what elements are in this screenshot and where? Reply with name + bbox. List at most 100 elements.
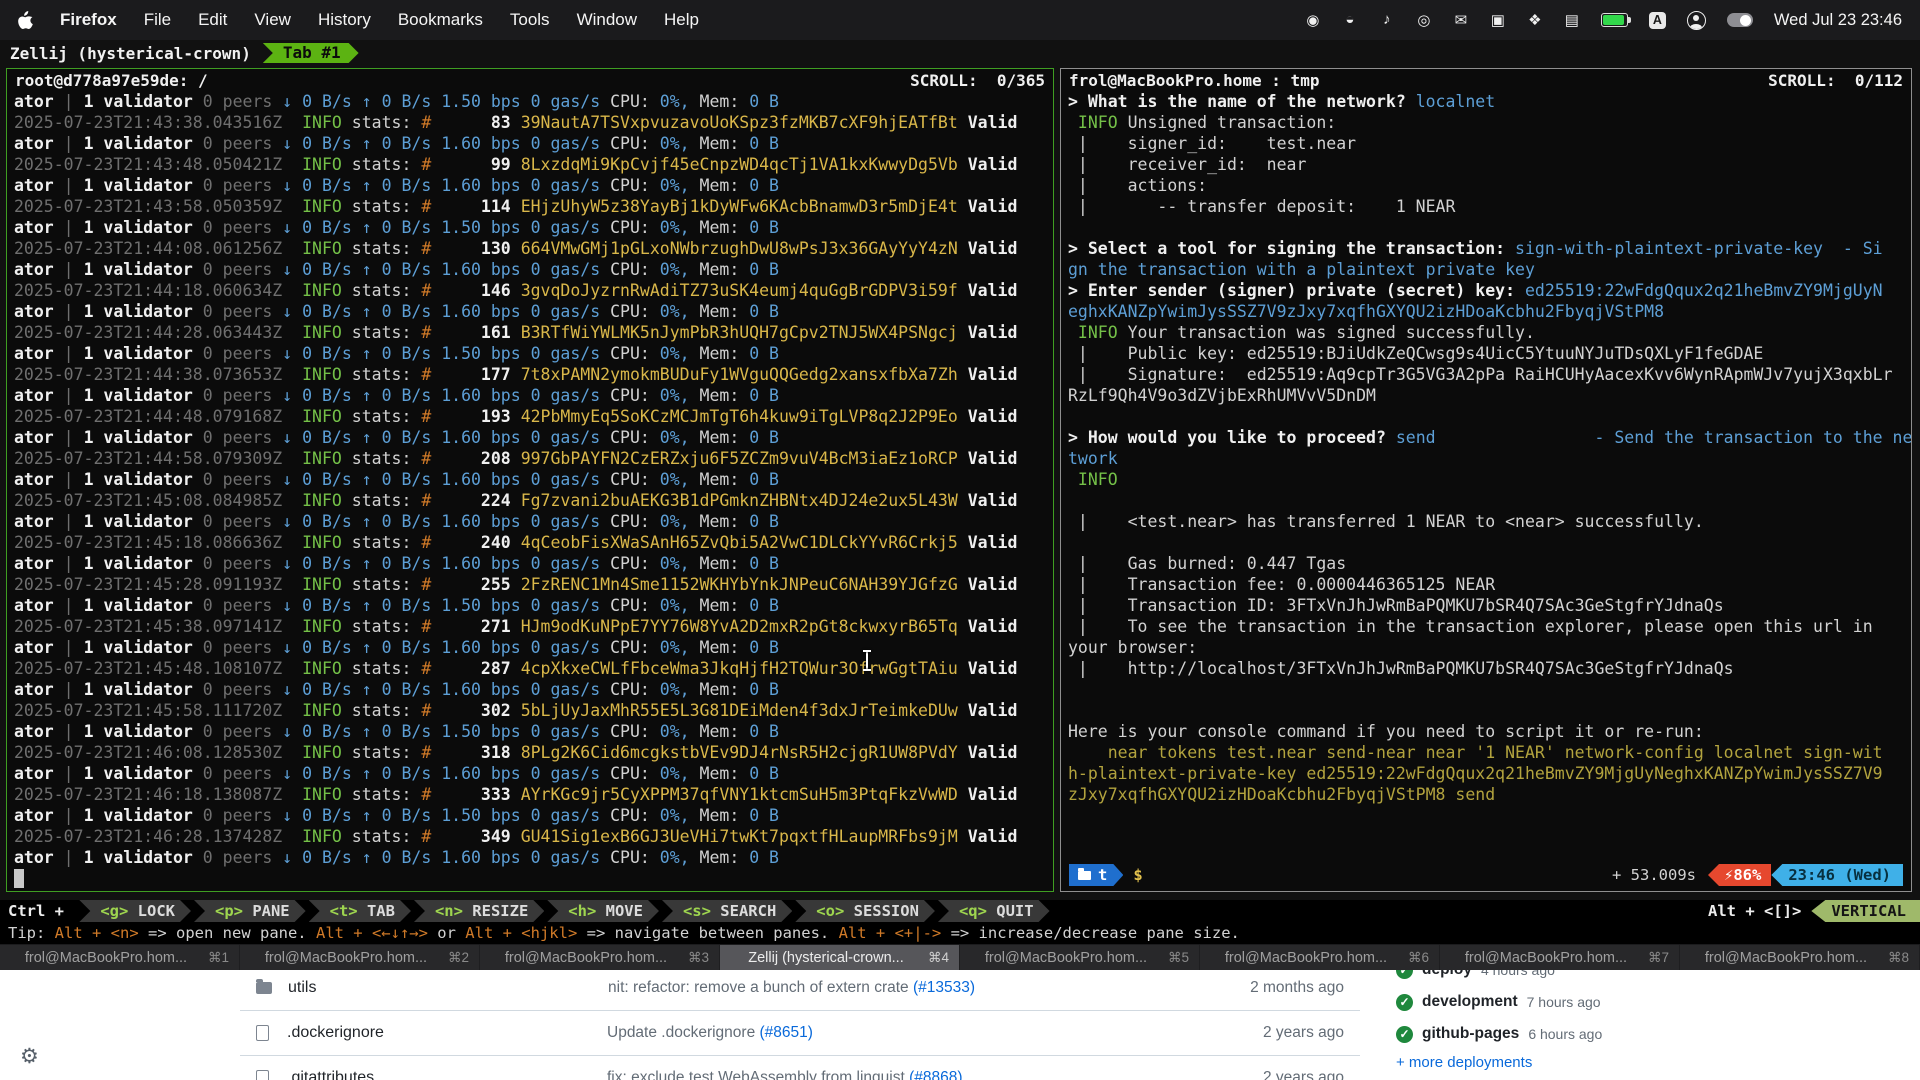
terminal-line: | Gas burned: 0.447 Tgas (1068, 553, 1904, 574)
mic-icon[interactable]: ♪ (1379, 11, 1395, 29)
terminal-tab-6[interactable]: frol@MacBookPro.hom...⌘6 (1200, 945, 1440, 971)
zellij-pane-validator-log[interactable]: root@d778a97e59de: / SCROLL: 0/365 ator … (6, 68, 1054, 892)
terminal-line (1068, 679, 1904, 700)
zellij-titlebar: Zellij (hysterical-crown) Tab #1 (0, 40, 1920, 66)
terminal-line: ator | 1 validator 0 peers ↓ 0 B/s ↑ 0 B… (14, 805, 1046, 826)
messages-icon[interactable]: ✉ (1453, 11, 1469, 29)
shortcuts-icon[interactable]: ❖ (1527, 11, 1543, 29)
menu-edit[interactable]: Edit (198, 10, 227, 30)
left-pane-scroll-indicator: SCROLL: 0/365 (910, 71, 1045, 90)
terminal-line: ator | 1 validator 0 peers ↓ 0 B/s ↑ 0 B… (14, 427, 1046, 448)
menu-window[interactable]: Window (577, 10, 637, 30)
terminal-line: Here is your console command if you need… (1068, 721, 1904, 742)
terminal-line: ator | 1 validator 0 peers ↓ 0 B/s ↑ 0 B… (14, 469, 1046, 490)
menu-file[interactable]: File (144, 10, 171, 30)
file-name-link[interactable]: .dockerignore (287, 1024, 607, 1042)
deployment-name[interactable]: deploy (1422, 970, 1472, 979)
zellij-status-bar: Ctrl + <g> LOCK<p> PANE<t> TAB<n> RESIZE… (0, 900, 1920, 922)
battery-nub (1628, 17, 1631, 23)
active-app-name[interactable]: Firefox (60, 10, 117, 30)
deployment-age: 7 hours ago (1527, 994, 1601, 1010)
deployment-name[interactable]: github-pages (1422, 1025, 1519, 1043)
keybind-quit[interactable]: <q> QUIT (938, 900, 1050, 922)
pr-number-link[interactable]: (#13533) (913, 979, 975, 996)
deployment-row[interactable]: ✓development7 hours ago (1396, 986, 1816, 1018)
docker-icon[interactable]: ◒ (1342, 11, 1358, 29)
deployments-panel: ✓ deploy 4 hours ago✓ development 7 hours ag… (1396, 970, 1816, 1072)
deployment-age: 4 hours ago (1481, 970, 1555, 978)
menu-help[interactable]: Help (664, 10, 699, 30)
screen-mirroring-icon[interactable]: ▣ (1490, 11, 1506, 29)
more-deployments-link[interactable]: + more deployments (1396, 1054, 1532, 1071)
text-cursor-pointer (866, 652, 868, 669)
keybind-search[interactable]: <s> SEARCH (662, 900, 792, 922)
zellij-pane-near-cli[interactable]: frol@MacBookPro.home : tmp SCROLL: 0/112… (1060, 68, 1912, 892)
terminal-tab-5[interactable]: frol@MacBookPro.hom...⌘5 (960, 945, 1200, 971)
app-menus: File Edit View History Bookmarks Tools Window H… (144, 10, 699, 30)
battery-status-segment: ⚡86% (1708, 864, 1771, 886)
terminal-line: 2025-07-23T21:43:58.050359Z INFO stats: … (14, 196, 1046, 217)
terminal-line (1068, 700, 1904, 721)
menu-view[interactable]: View (254, 10, 291, 30)
assistive-icon[interactable]: ◎ (1416, 11, 1432, 29)
deployment-row[interactable]: ✓ deploy 4 hours ago (1396, 970, 1816, 986)
terminal-line: ator | 1 validator 0 peers ↓ 0 B/s ↑ 0 B… (14, 259, 1046, 280)
terminal-tab-7[interactable]: frol@MacBookPro.hom...⌘7 (1440, 945, 1680, 971)
terminal-line: RzLf9Qh4V9o3dZVjbExRhUMVvV5DnDM (1068, 385, 1904, 406)
file-row: .gitattributesfix: exclude test WebAssem… (240, 1055, 1360, 1080)
terminal-line: | Signature: ed25519:Aq9cpTr3G5VG3A2pPa … (1068, 364, 1904, 385)
deployment-name[interactable]: development (1422, 993, 1518, 1011)
terminal-window: Zellij (hysterical-crown) Tab #1 root@d7… (0, 40, 1920, 970)
menu-bookmarks[interactable]: Bookmarks (398, 10, 483, 30)
file-row: utilsnit: refactor: remove a bunch of ex… (240, 970, 1360, 1010)
keybind-move[interactable]: <h> MOVE (547, 900, 659, 922)
menu-tools[interactable]: Tools (510, 10, 550, 30)
zellij-session-name: Zellij (hysterical-crown) (10, 44, 251, 63)
display-icon[interactable]: ▤ (1564, 11, 1580, 29)
terminal-line: > Select a tool for signing the transact… (1068, 238, 1904, 259)
apple-menu-icon[interactable] (18, 11, 33, 29)
record-icon[interactable]: ◉ (1305, 11, 1321, 29)
keybind-tab[interactable]: <t> TAB (309, 900, 411, 922)
keybind-session[interactable]: <o> SESSION (795, 900, 935, 922)
terminal-line: ator | 1 validator 0 peers ↓ 0 B/s ↑ 0 B… (14, 385, 1046, 406)
battery-icon[interactable] (1601, 13, 1628, 27)
terminal-line: 2025-07-23T21:44:28.063443Z INFO stats: … (14, 322, 1046, 343)
commit-message-link[interactable]: nit: refactor: remove a bunch of extern … (608, 979, 1219, 997)
toggle-icon[interactable] (1727, 13, 1753, 27)
pr-number-link[interactable]: (#8868) (909, 1069, 962, 1080)
deployment-row[interactable]: ✓github-pages6 hours ago (1396, 1018, 1816, 1050)
terminal-line: ator | 1 validator 0 peers ↓ 0 B/s ↑ 0 B… (14, 847, 1046, 868)
input-source-icon[interactable]: A (1649, 12, 1666, 29)
prompt-clock-segment: 23:46 (Wed) (1771, 864, 1903, 886)
terminal-tab-4[interactable]: Zellij (hysterical-crown...⌘4 (720, 945, 960, 971)
file-name-link[interactable]: .gitattributes (287, 1069, 607, 1080)
battery-fill (1603, 15, 1624, 25)
terminal-line: ator | 1 validator 0 peers ↓ 0 B/s ↑ 0 B… (14, 301, 1046, 322)
terminal-line: 2025-07-23T21:44:18.060634Z INFO stats: … (14, 280, 1046, 301)
pr-number-link[interactable]: (#8651) (760, 1024, 813, 1041)
file-row: .dockerignoreUpdate .dockerignore (#8651… (240, 1010, 1360, 1055)
check-circle-icon: ✓ (1396, 970, 1413, 979)
commit-message-link[interactable]: Update .dockerignore (#8651) (607, 1024, 1219, 1042)
terminal-line: ator | 1 validator 0 peers ↓ 0 B/s ↑ 0 B… (14, 91, 1046, 112)
zellij-tab-1[interactable]: Tab #1 (263, 43, 359, 63)
terminal-line: 2025-07-23T21:43:38.043516Z INFO stats: … (14, 112, 1046, 133)
terminal-tab-1[interactable]: frol@MacBookPro.hom...⌘1 (0, 945, 240, 971)
keybind-resize[interactable]: <n> RESIZE (414, 900, 544, 922)
commit-message-link[interactable]: fix: exclude test WebAssembly from lingu… (607, 1069, 1219, 1080)
menu-bar-clock[interactable]: Wed Jul 23 23:46 (1774, 11, 1902, 30)
account-icon[interactable] (1687, 11, 1706, 30)
file-name-link[interactable]: utils (288, 979, 608, 997)
keybind-pane[interactable]: <p> PANE (194, 900, 306, 922)
terminal-line: > Enter sender (signer) private (secret)… (1068, 280, 1904, 301)
swap-layout-hint: Alt + <[]> (1708, 902, 1801, 920)
terminal-tab-8[interactable]: frol@MacBookPro.hom...⌘8 (1680, 945, 1920, 971)
settings-gear-icon[interactable]: ⚙ (20, 1046, 39, 1067)
menu-history[interactable]: History (318, 10, 371, 30)
folder-icon (256, 982, 272, 994)
terminal-tab-3[interactable]: frol@MacBookPro.hom...⌘3 (480, 945, 720, 971)
terminal-line: 2025-07-23T21:46:08.128530Z INFO stats: … (14, 742, 1046, 763)
keybind-lock[interactable]: <g> LOCK (79, 900, 191, 922)
terminal-tab-2[interactable]: frol@MacBookPro.hom...⌘2 (240, 945, 480, 971)
